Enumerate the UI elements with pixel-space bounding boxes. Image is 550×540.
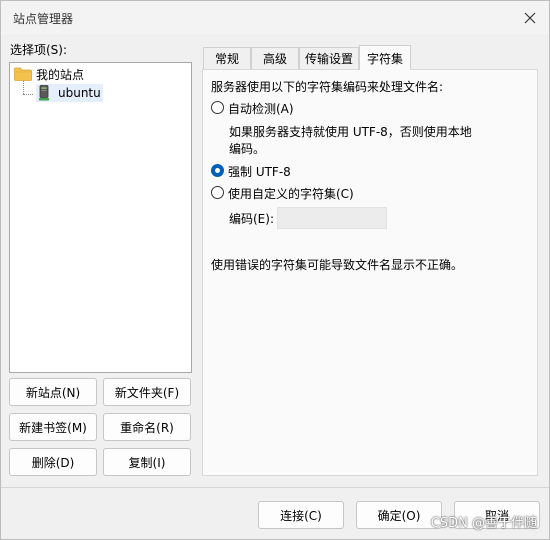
new-site-button[interactable]: 新站点(N) [9, 378, 97, 406]
tree-item-label: ubuntu [58, 86, 101, 100]
rename-button[interactable]: 重命名(R) [103, 413, 191, 441]
force-utf8-radio[interactable] [211, 164, 224, 177]
new-bookmark-button[interactable]: 新建书签(M) [9, 413, 97, 441]
charset-heading: 服务器使用以下的字符集编码来处理文件名: [211, 80, 444, 94]
folder-icon [14, 67, 32, 81]
delete-button[interactable]: 删除(D) [9, 448, 97, 476]
connect-button[interactable]: 连接(C) [258, 501, 344, 529]
tree-item-label: 我的站点 [36, 67, 85, 82]
new-folder-button[interactable]: 新文件夹(F) [103, 378, 191, 406]
tab-general[interactable]: 常规 [203, 47, 251, 69]
charset-panel: 服务器使用以下的字符集编码来处理文件名: 自动检测(A) 如果服务器支持就使用 … [202, 69, 538, 476]
title-bar[interactable]: 站点管理器 [1, 1, 549, 35]
close-icon [524, 12, 536, 24]
close-button[interactable] [517, 5, 543, 31]
ok-button[interactable]: 确定(O) [356, 501, 442, 529]
tab-charset[interactable]: 字符集 [359, 45, 411, 70]
tree-connector [23, 94, 33, 95]
select-entry-label: 选择项(S): [10, 43, 68, 57]
custom-charset-radio[interactable] [211, 186, 224, 199]
window-title: 站点管理器 [13, 12, 74, 26]
auto-detect-label[interactable]: 自动检测(A) [228, 100, 294, 117]
auto-detect-radio[interactable] [211, 101, 224, 114]
tab-transfer-settings[interactable]: 传输设置 [299, 47, 359, 69]
auto-detect-description: 如果服务器支持就使用 UTF-8，否则使用本地 [229, 125, 472, 139]
site-tree[interactable]: 我的站点 ubuntu [9, 62, 192, 373]
encoding-input[interactable] [277, 207, 387, 229]
watermark: CSDN @善于伴随 [430, 516, 537, 531]
tree-connector [23, 81, 24, 94]
encoding-label: 编码(E): [229, 212, 274, 226]
tree-item-my-sites[interactable]: 我的站点 [14, 65, 84, 83]
auto-detect-description-cont: 编码。 [229, 142, 266, 156]
footer-divider [1, 487, 549, 488]
tree-item-ubuntu[interactable]: ubuntu [36, 84, 103, 102]
custom-charset-label[interactable]: 使用自定义的字符集(C) [228, 185, 354, 202]
site-manager-window: 站点管理器 选择项(S): 我的站点 ubuntu 新站点(N) 新文件夹(F)… [0, 0, 550, 540]
tab-advanced[interactable]: 高级 [251, 47, 299, 69]
charset-warning: 使用错误的字符集可能导致文件名显示不正确。 [211, 258, 464, 272]
server-icon [39, 85, 49, 101]
force-utf8-label[interactable]: 强制 UTF-8 [228, 163, 291, 180]
duplicate-button[interactable]: 复制(I) [103, 448, 191, 476]
